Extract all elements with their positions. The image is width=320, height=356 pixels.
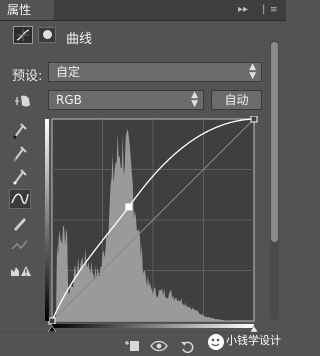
curve-control-point[interactable] [48, 317, 56, 325]
adjustment-title: 曲线 [66, 32, 93, 47]
watermark-logo-icon [206, 333, 226, 354]
panel-close-divider: | [262, 4, 266, 15]
watermark-text: 小钱学设计 [226, 334, 281, 347]
reset-icon[interactable] [180, 339, 196, 356]
black-point-eyedropper-icon[interactable] [9, 120, 31, 140]
select-arrows-icon: ▲ ▼ [249, 62, 256, 81]
pencil-draw-icon[interactable] [9, 213, 31, 233]
select-arrows-icon: ▲ ▼ [191, 90, 198, 109]
preset-label: 预设: [12, 69, 43, 84]
curve-control-point[interactable] [125, 203, 133, 211]
scrollbar-thumb[interactable] [271, 42, 278, 242]
clip-to-layer-icon[interactable] [124, 339, 140, 356]
smooth-curve-icon[interactable] [9, 236, 31, 256]
channel-value: RGB [56, 93, 82, 107]
gray-point-eyedropper-icon[interactable] [9, 143, 31, 163]
panel-menu-icon[interactable]: ≡ [270, 3, 278, 17]
preset-value: 自定 [56, 65, 81, 79]
auto-button[interactable]: 自动 [211, 90, 262, 110]
collapse-arrows-icon[interactable]: ▸▸ [238, 3, 248, 17]
output-gradient-bar [45, 119, 49, 321]
channel-select[interactable]: RGB ▲ ▼ [48, 90, 204, 110]
view-previous-icon[interactable] [150, 339, 168, 356]
curve-control-point[interactable] [250, 116, 258, 123]
clipping-warning-icon[interactable] [9, 261, 31, 281]
curve-edit-points-icon[interactable] [9, 189, 31, 209]
curves-adjustment-icon[interactable] [13, 26, 33, 44]
layer-mask-icon[interactable] [38, 27, 56, 43]
tab-properties[interactable]: 属性 [0, 0, 54, 20]
preset-select[interactable]: 自定 ▲ ▼ [48, 62, 262, 82]
input-gradient-bar [52, 324, 254, 328]
curves-graph[interactable] [40, 116, 262, 334]
on-image-adjust-icon[interactable] [12, 92, 34, 112]
white-point-eyedropper-icon[interactable] [9, 166, 31, 186]
